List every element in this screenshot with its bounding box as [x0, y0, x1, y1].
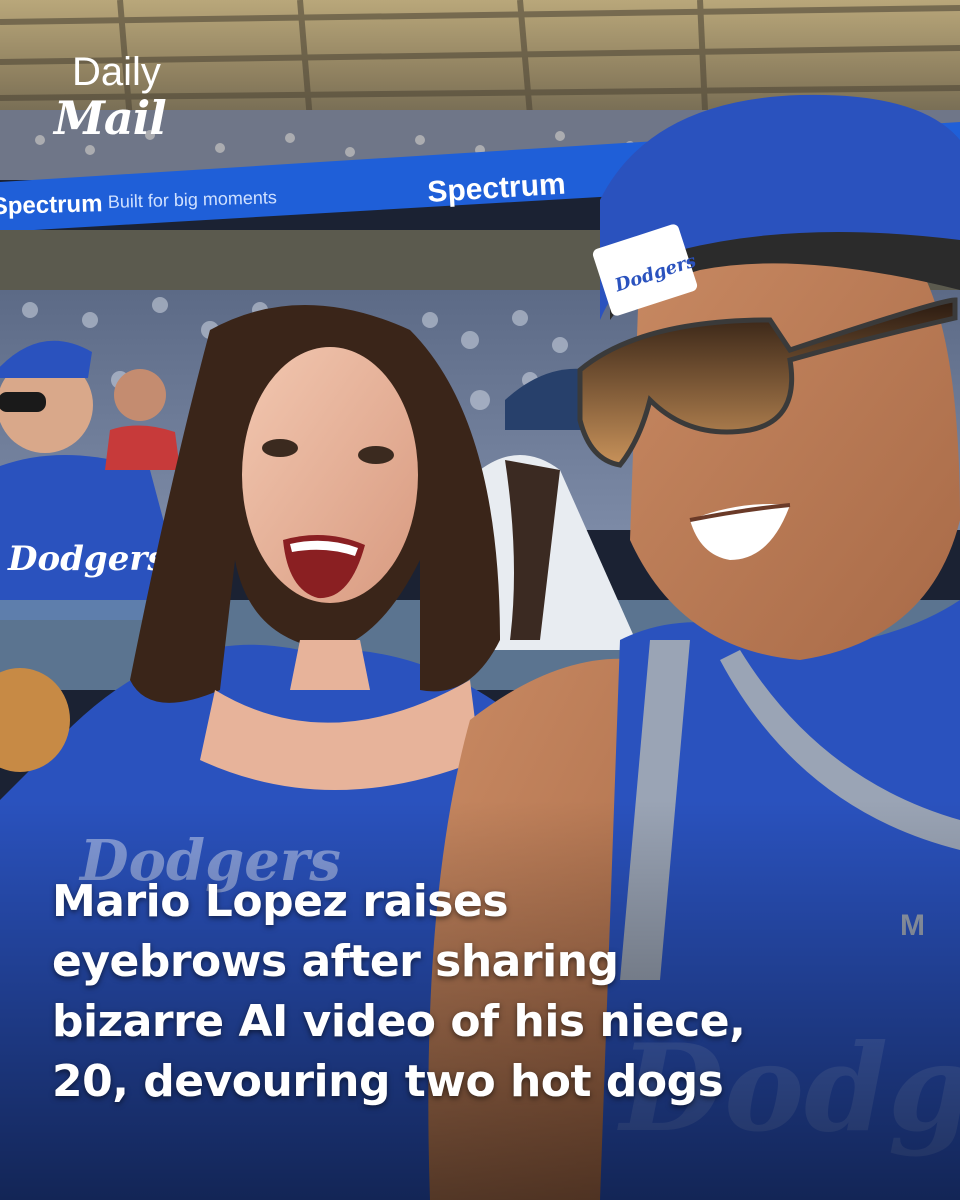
headline-line-3: bizarre AI video of his niece, [52, 996, 746, 1047]
logo-mail: Mail [54, 91, 167, 145]
banner-sponsor-left: Spectrum [0, 190, 103, 220]
daily-mail-logo: Daily Mail [54, 50, 167, 145]
headline: Mario Lopez raises eyebrows after sharin… [52, 872, 922, 1112]
fan-shirt-text: Dodgers [7, 539, 166, 579]
headline-line-2: eyebrows after sharing [52, 936, 619, 987]
banner-sponsor-right: Spectrum [426, 168, 566, 209]
post-frame: Spectrum Built for big moments Spectrum … [0, 0, 960, 1200]
logo-daily: Daily [72, 50, 161, 94]
headline-line-1: Mario Lopez raises [52, 876, 509, 927]
headline-line-4: 20, devouring two hot dogs [52, 1056, 724, 1107]
